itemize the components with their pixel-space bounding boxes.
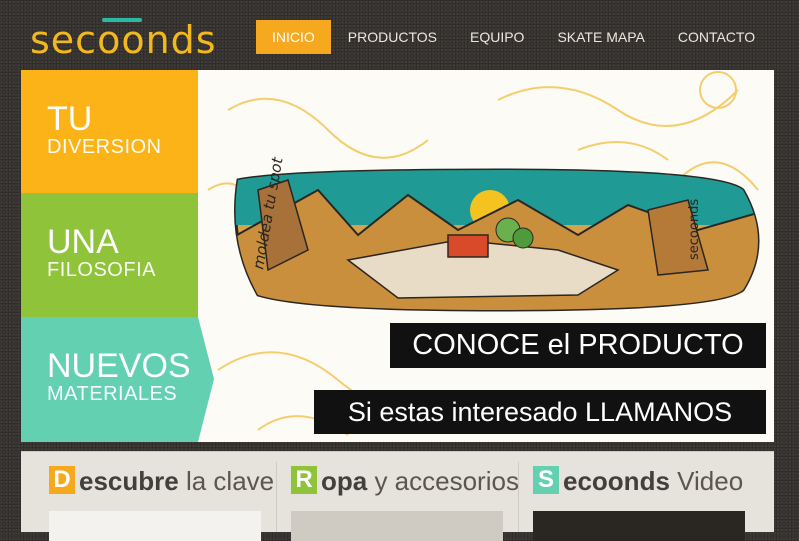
section-title: Secoonds Video	[533, 466, 743, 497]
section-thumbnail[interactable]	[291, 511, 503, 541]
active-tab-arrow	[198, 317, 214, 442]
main-nav: INICIO PRODUCTOS EQUIPO SKATE MAPA CONTA…	[256, 20, 772, 54]
tab-title: UNA	[47, 223, 119, 261]
nav-item-equipo[interactable]: EQUIPO	[454, 20, 540, 54]
deck-logo-text: secoonds	[687, 199, 702, 260]
nav-item-inicio[interactable]: INICIO	[256, 20, 331, 54]
section-thumbnail[interactable]	[49, 511, 261, 541]
section-title-light: la clave	[178, 466, 275, 496]
skateboard-illustration: secoonds moldea tu spot	[207, 71, 760, 436]
section-title-bold: escubre	[79, 466, 179, 496]
banner-image: secoonds moldea tu spot	[198, 70, 774, 442]
nav-item-skate-mapa[interactable]: SKATE MAPA	[541, 20, 660, 54]
cta-llamanos[interactable]: Si estas interesado LLAMANOS	[314, 390, 766, 434]
nav-item-productos[interactable]: PRODUCTOS	[332, 20, 453, 54]
section-title-light: y accesorios	[367, 466, 519, 496]
section-title-bold: opa	[321, 466, 368, 496]
tab-title: TU	[47, 100, 93, 138]
logo-text: secoonds	[30, 18, 217, 62]
slider-tab-materiales[interactable]: NUEVOS MATERIALES	[21, 317, 198, 442]
section-title: Descubre la clave	[49, 466, 274, 497]
section-title-bold: ecoonds	[563, 466, 670, 496]
tab-subtitle: MATERIALES	[47, 383, 178, 405]
nav-item-contacto[interactable]: CONTACTO	[662, 20, 771, 54]
section-initial-badge: S	[533, 466, 559, 494]
slider-tab-filosofia[interactable]: UNA FILOSOFIA	[21, 193, 198, 317]
feature-sections: Descubre la clave Ropa y accesorios Seco…	[21, 451, 774, 541]
section-initial-badge: R	[291, 466, 317, 494]
hero-slider: TU DIVERSION UNA FILOSOFIA NUEVOS MATERI…	[21, 70, 774, 442]
slider-tab-diversion[interactable]: TU DIVERSION	[21, 70, 198, 193]
section-thumbnail[interactable]	[533, 511, 745, 541]
section-title-light: Video	[669, 466, 744, 496]
tab-subtitle: DIVERSION	[47, 136, 162, 158]
cta-conoce-producto[interactable]: CONOCE el PRODUCTO	[390, 323, 766, 368]
site-logo[interactable]: secoonds	[30, 14, 220, 62]
section-title: Ropa y accesorios	[291, 466, 519, 497]
tab-title: NUEVOS	[47, 347, 191, 385]
tab-subtitle: FILOSOFIA	[47, 259, 156, 281]
section-initial-badge: D	[49, 466, 75, 494]
